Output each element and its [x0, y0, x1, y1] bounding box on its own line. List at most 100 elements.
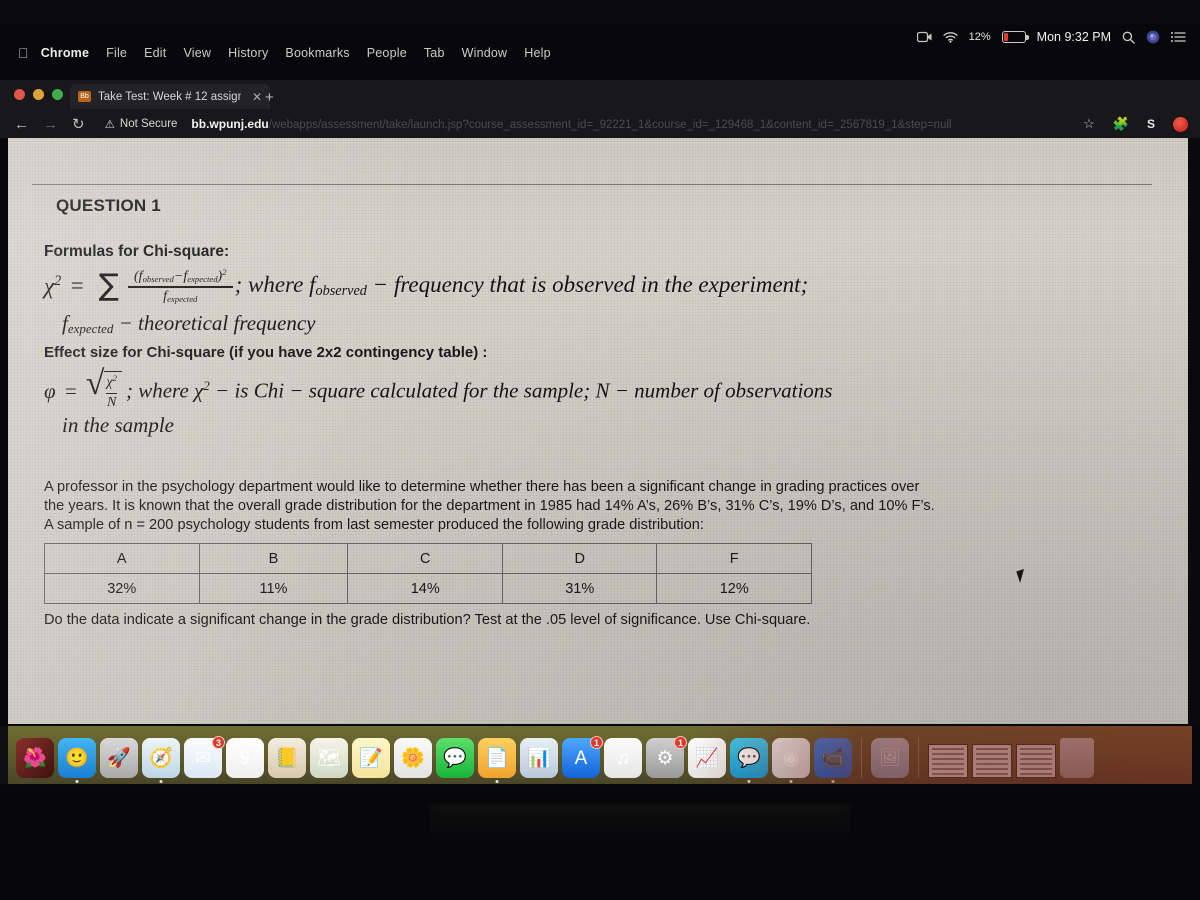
dock-item-app-store[interactable]: A1 [562, 736, 603, 778]
zoom-window-button[interactable] [52, 89, 63, 100]
close-window-button[interactable] [14, 89, 25, 100]
macos-dock: 🌺 🙂 🚀 🧭 ✉ 3 9 📒 🗺 📝 🌼 💬 📄 📊 A 1 ♫ ⚙ 1 📈 💬 ◉ 📹 🖼 [8, 726, 1192, 784]
app-store-icon: A [574, 747, 588, 769]
table-row: 32% 11% 14% 31% 12% [44, 573, 812, 605]
notes-icon: 📝 [359, 747, 383, 769]
dock-badge: 3 [212, 736, 225, 749]
apple-logo-icon[interactable]:  [18, 45, 29, 61]
page-left-edge [0, 138, 8, 724]
question-closing-instruction: Do the data indicate a significant chang… [44, 612, 811, 629]
table-cell-f: 12% [656, 573, 812, 605]
phi-symbol: φ [44, 378, 56, 403]
menu-item-bookmarks[interactable]: Bookmarks [285, 46, 349, 60]
table-cell-a: 32% [44, 573, 200, 605]
dock-item-google-chrome[interactable]: ◉ [772, 738, 810, 783]
dock-item-photos[interactable]: 🌼 [394, 738, 432, 778]
grade-distribution-table: A B C D F 32% 11% 14% 31% 12% [44, 543, 812, 605]
table-cell-c: 14% [347, 573, 503, 605]
summation-sign: ∑ [98, 268, 119, 304]
launchpad-icon: 🚀 [107, 747, 131, 769]
dock-item-contacts[interactable]: 📒 [268, 738, 306, 778]
minimize-window-button[interactable] [33, 89, 44, 100]
radicand-numerator: χ2 [106, 373, 117, 391]
table-header-row: A B C D F [44, 543, 812, 575]
dock-item-pages[interactable]: 📄 [478, 738, 516, 783]
dock-running-indicator [831, 780, 835, 783]
new-tab-plus-icon[interactable]: + [265, 89, 274, 106]
chrome-tab-strip: Bb Take Test: Week # 12 assignm ✕ + [0, 80, 1200, 110]
calendar-icon: 9 [239, 747, 251, 769]
puzzle-extensions-icon[interactable]: 🧩 [1113, 116, 1129, 132]
back-arrow-icon[interactable]: ← [14, 116, 29, 133]
dock-item-whatsapp-messenger[interactable]: 💬 [730, 738, 768, 783]
dock-running-indicator [789, 780, 793, 783]
minimized-window-3[interactable] [1016, 744, 1056, 778]
dock-item-keynote[interactable]: 📊 [520, 738, 558, 778]
effect-size-label: Effect size for Chi-square (if you have … [44, 344, 488, 362]
dock-item-itunes-music[interactable]: ♫ [604, 738, 642, 778]
profile-initial-label[interactable]: S [1147, 117, 1155, 131]
google-chrome-icon: ◉ [782, 747, 800, 769]
url-host: bb.wpunj.edu [191, 117, 269, 131]
dock-left-edge [0, 726, 8, 784]
address-bar[interactable]: bb.wpunj.edu /webapps/assessment/take/la… [191, 117, 951, 131]
equals-sign: = [69, 272, 85, 298]
dock-item-launchpad[interactable]: 🚀 [100, 738, 138, 778]
dock-item-maps[interactable]: 🗺 [310, 738, 348, 778]
dock-item-numbers[interactable]: 📈 [688, 738, 726, 778]
close-tab-icon[interactable]: ✕ [252, 90, 262, 104]
menu-item-chrome[interactable]: Chrome [41, 46, 89, 60]
pages-icon: 📄 [485, 747, 509, 769]
chi-symbol: χ2 [44, 272, 62, 298]
dock-item-zoom[interactable]: 📹 [814, 738, 852, 783]
forward-arrow-icon[interactable]: → [43, 116, 58, 133]
trash-icon[interactable] [1060, 738, 1094, 778]
chrome-toolbar: ← → ↻ ⚠ Not Secure bb.wpunj.edu /webapps… [0, 110, 1200, 138]
numbers-icon: 📈 [695, 747, 719, 769]
url-path: /webapps/assessment/take/launch.jsp?cour… [268, 119, 952, 131]
dock-item-calendar[interactable]: 9 [226, 738, 264, 778]
minimized-window-1[interactable] [928, 744, 968, 778]
dock-running-indicator [747, 780, 751, 783]
star-bookmark-icon[interactable]: ☆ [1083, 116, 1095, 132]
zoom-icon: 📹 [821, 747, 845, 769]
menu-item-people[interactable]: People [367, 46, 407, 60]
radicand-denominator: N [107, 394, 117, 410]
dock-running-indicator [495, 780, 499, 783]
not-secure-badge[interactable]: ⚠ Not Secure [105, 117, 178, 131]
menu-item-view[interactable]: View [183, 46, 211, 60]
menu-item-file[interactable]: File [106, 46, 127, 60]
menu-item-history[interactable]: History [228, 46, 268, 60]
dock-item-notes[interactable]: 📝 [352, 738, 390, 778]
menu-item-tab[interactable]: Tab [424, 46, 445, 60]
tab-title: Take Test: Week # 12 assignm [98, 90, 241, 103]
dock-item-mail[interactable]: ✉ 3 [184, 736, 225, 778]
system-preferences-icon: ⚙ [656, 747, 674, 769]
menu-item-help[interactable]: Help [524, 46, 551, 60]
photos-wallpaper-app-icon: 🌺 [23, 747, 47, 769]
dock-item-system-preferences[interactable]: ⚙ 1 [646, 736, 687, 778]
dock-separator [918, 738, 919, 778]
reload-icon[interactable]: ↻ [72, 115, 85, 133]
itunes-music-icon: ♫ [615, 747, 631, 769]
contacts-icon: 📒 [275, 747, 299, 769]
radicand: χ2 N [104, 371, 122, 410]
screen-reflection [430, 804, 850, 844]
minimized-window-2[interactable] [972, 744, 1012, 778]
menu-item-edit[interactable]: Edit [144, 46, 166, 60]
dock-item-photos-wallpaper-app[interactable]: 🌺 [16, 738, 54, 778]
radical-sign: √ [85, 365, 105, 403]
dock-item-safari[interactable]: 🧭 [142, 738, 180, 783]
dock-item-finder[interactable]: 🙂 [58, 738, 96, 783]
table-header-b: B [198, 543, 349, 575]
table-header-a: A [44, 543, 200, 575]
dock-running-indicator [75, 780, 79, 783]
macos-menu-bar:  Chrome File Edit View History Bookmark… [0, 40, 1200, 66]
dock-item-preview-document[interactable]: 🖼 [871, 738, 909, 778]
profile-avatar-icon[interactable] [1173, 116, 1188, 132]
menu-item-window[interactable]: Window [462, 46, 508, 60]
browser-tab-take-test[interactable]: Bb Take Test: Week # 12 assignm ✕ [70, 84, 270, 109]
chi-fraction: (fobserved−fexpected)2 fexpected [128, 267, 233, 305]
phi-formula: φ = √ χ2 N ; where χ2 − is Chi − square … [44, 365, 1174, 410]
dock-item-messages[interactable]: 💬 [436, 738, 474, 778]
